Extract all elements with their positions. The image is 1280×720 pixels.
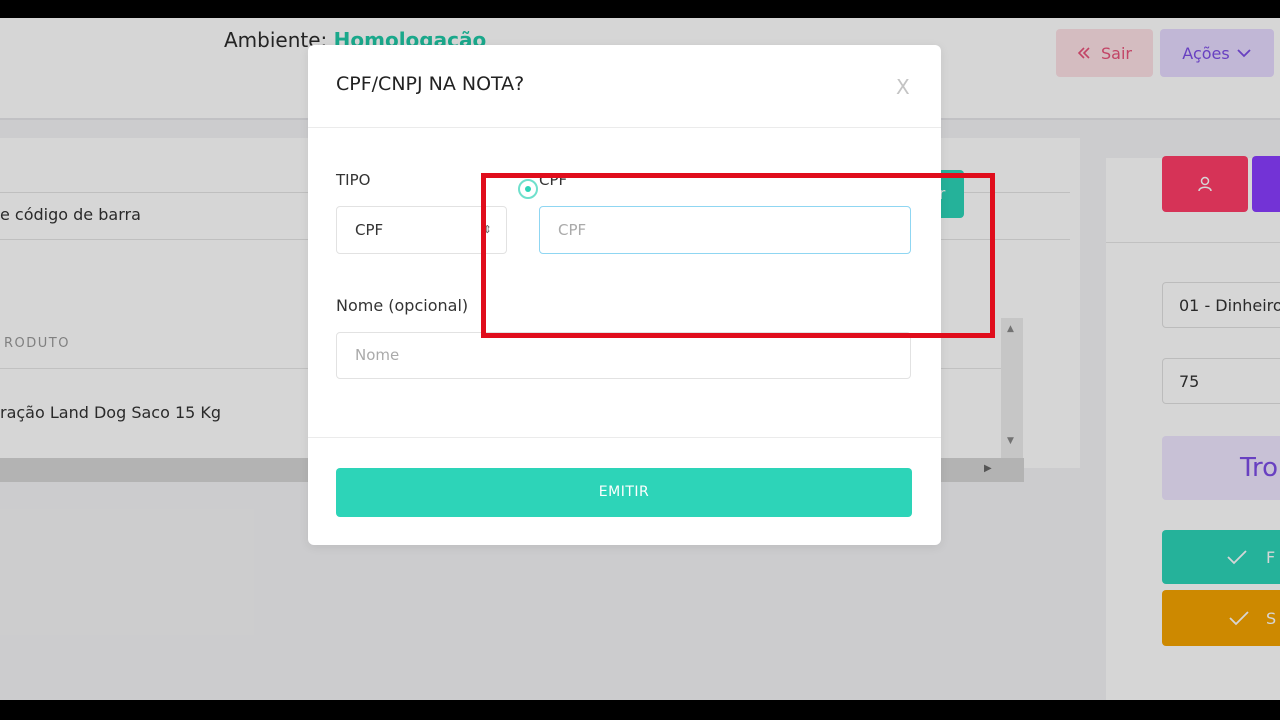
nome-label: Nome (opcional) bbox=[336, 296, 469, 315]
letterbox-bar bbox=[0, 700, 1280, 720]
tipo-value: CPF bbox=[355, 221, 384, 239]
modal-title: CPF/CNPJ NA NOTA? bbox=[336, 73, 525, 95]
nome-input[interactable]: Nome bbox=[336, 332, 911, 379]
divider bbox=[308, 437, 941, 438]
app-screen: Ambiente: Homologação Sair Ações e códig… bbox=[0, 18, 1280, 700]
emitir-button[interactable]: EMITIR bbox=[336, 468, 912, 517]
close-icon[interactable]: X bbox=[896, 75, 910, 99]
tipo-label: TIPO bbox=[336, 171, 371, 189]
highlight-annotation-box bbox=[481, 173, 995, 338]
divider bbox=[308, 127, 941, 128]
